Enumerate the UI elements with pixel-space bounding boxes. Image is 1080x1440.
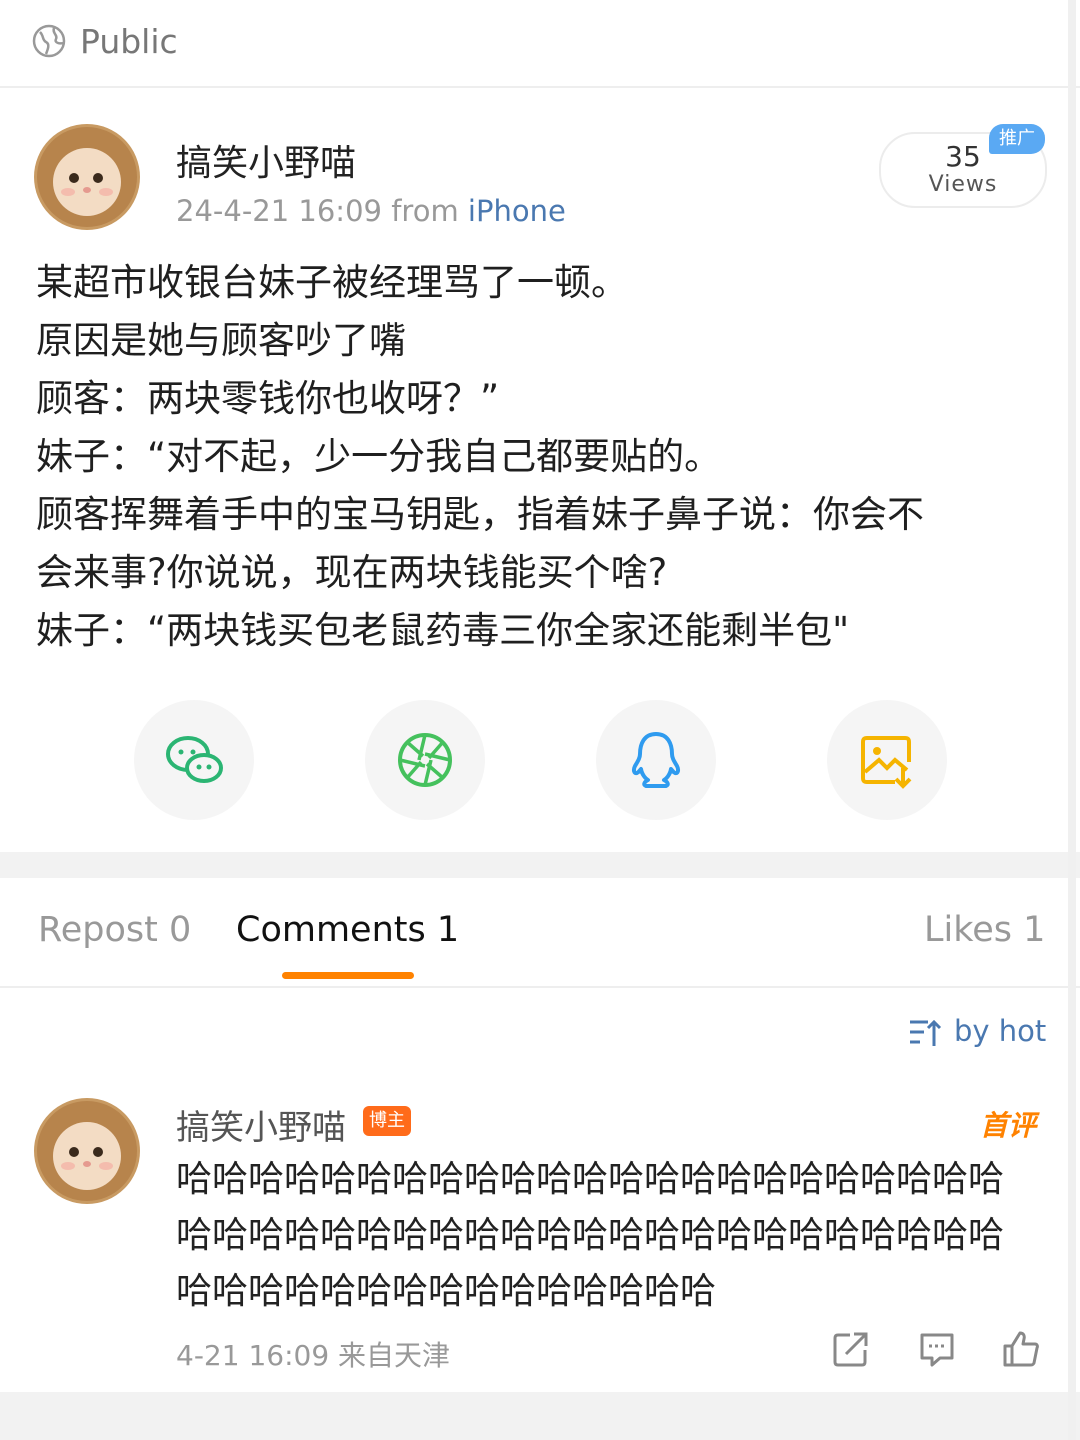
- post-line: 顾客：两块零钱你也收呀？”: [36, 377, 500, 420]
- share-qq-button[interactable]: [596, 700, 716, 820]
- post-line: 顾客挥舞着手中的宝马钥匙，指着妹子鼻子说：你会不: [36, 493, 924, 536]
- scrollbar[interactable]: [1068, 0, 1076, 1440]
- cat-avatar-image: [34, 1098, 140, 1204]
- tab-repost[interactable]: Repost 0: [38, 910, 191, 950]
- comment-meta: 4-21 16:09 来自天津: [176, 1334, 450, 1374]
- active-tab-indicator: [282, 972, 414, 979]
- post-meta: 24-4-21 16:09 from iPhone: [176, 194, 566, 228]
- save-image-icon: [861, 736, 912, 789]
- comment-avatar[interactable]: [34, 1098, 140, 1204]
- post-body: 某超市收银台妹子被经理骂了一顿。 原因是她与顾客吵了嘴 顾客：两块零钱你也收呀？…: [36, 254, 1036, 660]
- save-image-button[interactable]: [827, 700, 947, 820]
- bottom-divider: [0, 1392, 1080, 1440]
- share-moments-button[interactable]: [365, 700, 485, 820]
- first-comment-badge: 首评: [980, 1109, 1037, 1142]
- comment-location: 来自天津: [338, 1339, 451, 1372]
- post-line: 原因是她与顾客吵了嘴: [36, 319, 406, 362]
- post-line: 妹子：“两块钱买包老鼠药毒三你全家还能剩半包": [36, 609, 850, 652]
- sort-label: by hot: [954, 1014, 1047, 1048]
- globe-icon: [32, 24, 66, 58]
- avatar[interactable]: [34, 124, 140, 230]
- visibility-bar: Public: [0, 0, 1080, 88]
- wechat-icon: [166, 736, 223, 783]
- reply-icon[interactable]: [918, 1330, 956, 1368]
- post-source[interactable]: iPhone: [468, 194, 566, 228]
- post-time: 24-4-21 16:09: [176, 194, 382, 228]
- sort-icon: [910, 1019, 942, 1046]
- tab-comments[interactable]: Comments 1: [236, 910, 459, 950]
- promote-badge[interactable]: 推广: [989, 124, 1045, 154]
- qq-icon: [631, 732, 681, 788]
- cat-avatar-image: [34, 124, 140, 230]
- post-line: 会来事?你说说，现在两块钱能买个啥?: [36, 551, 668, 594]
- share-wechat-button[interactable]: [134, 700, 254, 820]
- section-divider: [0, 852, 1080, 878]
- tabs-divider: [0, 986, 1080, 988]
- share-icon[interactable]: [832, 1330, 870, 1368]
- like-icon[interactable]: [1002, 1330, 1040, 1368]
- tab-likes[interactable]: Likes 1: [924, 910, 1045, 950]
- post-line: 妹子：“对不起，少一分我自己都要贴的。: [36, 435, 722, 478]
- post-author-name[interactable]: 搞笑小野喵: [176, 134, 356, 186]
- comment-time: 4-21 16:09: [176, 1339, 330, 1372]
- comment-text: 哈哈哈哈哈哈哈哈哈哈哈哈哈哈哈哈哈哈哈哈哈哈哈哈哈哈哈哈哈哈哈哈哈哈哈哈哈哈哈哈…: [176, 1159, 1005, 1312]
- from-label: from: [391, 194, 459, 228]
- views-label: Views: [928, 172, 998, 197]
- comment-author-name[interactable]: 搞笑小野喵: [176, 1100, 346, 1149]
- post-line: 某超市收银台妹子被经理骂了一顿。: [36, 261, 628, 304]
- visibility-label: Public: [80, 22, 178, 61]
- moments-icon: [398, 733, 452, 787]
- author-badge: 博主: [363, 1106, 411, 1136]
